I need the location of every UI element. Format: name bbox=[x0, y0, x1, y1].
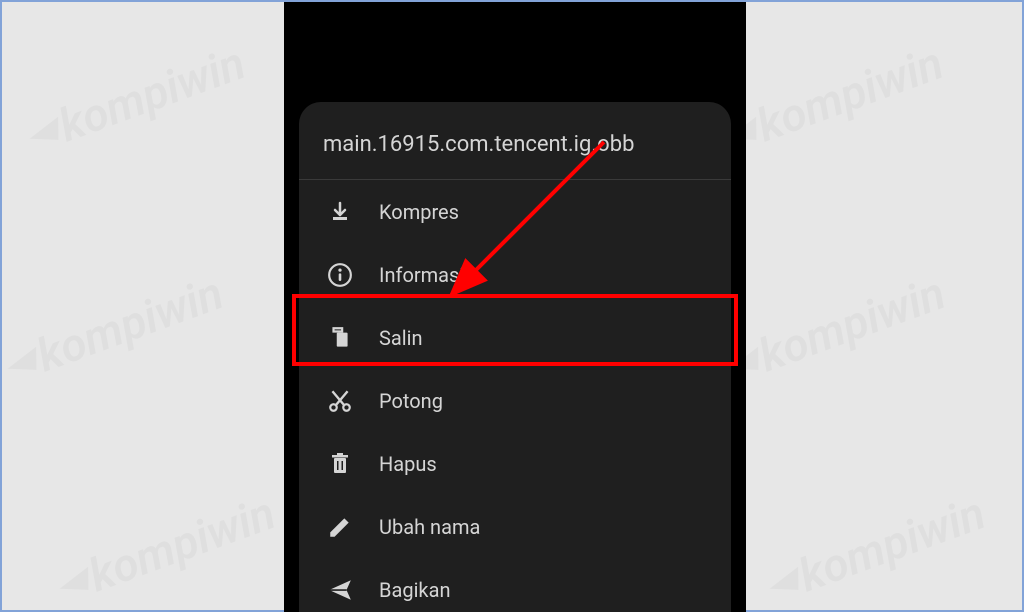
menu-label: Salin bbox=[379, 326, 423, 350]
phone-screen: main.16915.com.tencent.ig.obb Kompres bbox=[284, 2, 746, 612]
menu-label: Kompres bbox=[379, 200, 459, 224]
dialog-file-name: main.16915.com.tencent.ig.obb bbox=[299, 124, 731, 180]
delete-icon bbox=[323, 447, 357, 481]
share-icon bbox=[323, 573, 357, 607]
menu-label: Hapus bbox=[379, 452, 437, 476]
rename-icon bbox=[323, 510, 357, 544]
menu-label: Bagikan bbox=[379, 578, 451, 602]
watermark: ▸kompiwin bbox=[727, 36, 950, 161]
menu-info[interactable]: Informasi bbox=[299, 243, 731, 306]
watermark: ▸kompiwin bbox=[7, 266, 230, 391]
menu-compress[interactable]: Kompres bbox=[299, 180, 731, 243]
menu-share[interactable]: Bagikan bbox=[299, 558, 731, 612]
watermark: ▸kompiwin bbox=[29, 36, 252, 161]
compress-icon bbox=[323, 195, 357, 229]
watermark: ▸kompiwin bbox=[769, 486, 992, 611]
menu-label: Informasi bbox=[379, 263, 464, 287]
context-dialog: main.16915.com.tencent.ig.obb Kompres bbox=[299, 102, 731, 612]
menu-delete[interactable]: Hapus bbox=[299, 432, 731, 495]
info-icon bbox=[323, 258, 357, 292]
outer-container: ▸kompiwin ▸kompiwin ▸kompiwin ▸kompiwin … bbox=[0, 0, 1024, 612]
watermark: ▸kompiwin bbox=[59, 486, 282, 611]
menu-cut[interactable]: Potong bbox=[299, 369, 731, 432]
menu-label: Ubah nama bbox=[379, 515, 480, 539]
menu-label: Potong bbox=[379, 389, 443, 413]
menu-copy[interactable]: Salin bbox=[299, 306, 731, 369]
menu-rename[interactable]: Ubah nama bbox=[299, 495, 731, 558]
watermark: ▸kompiwin bbox=[729, 266, 952, 391]
copy-icon bbox=[323, 321, 357, 355]
cut-icon bbox=[323, 384, 357, 418]
